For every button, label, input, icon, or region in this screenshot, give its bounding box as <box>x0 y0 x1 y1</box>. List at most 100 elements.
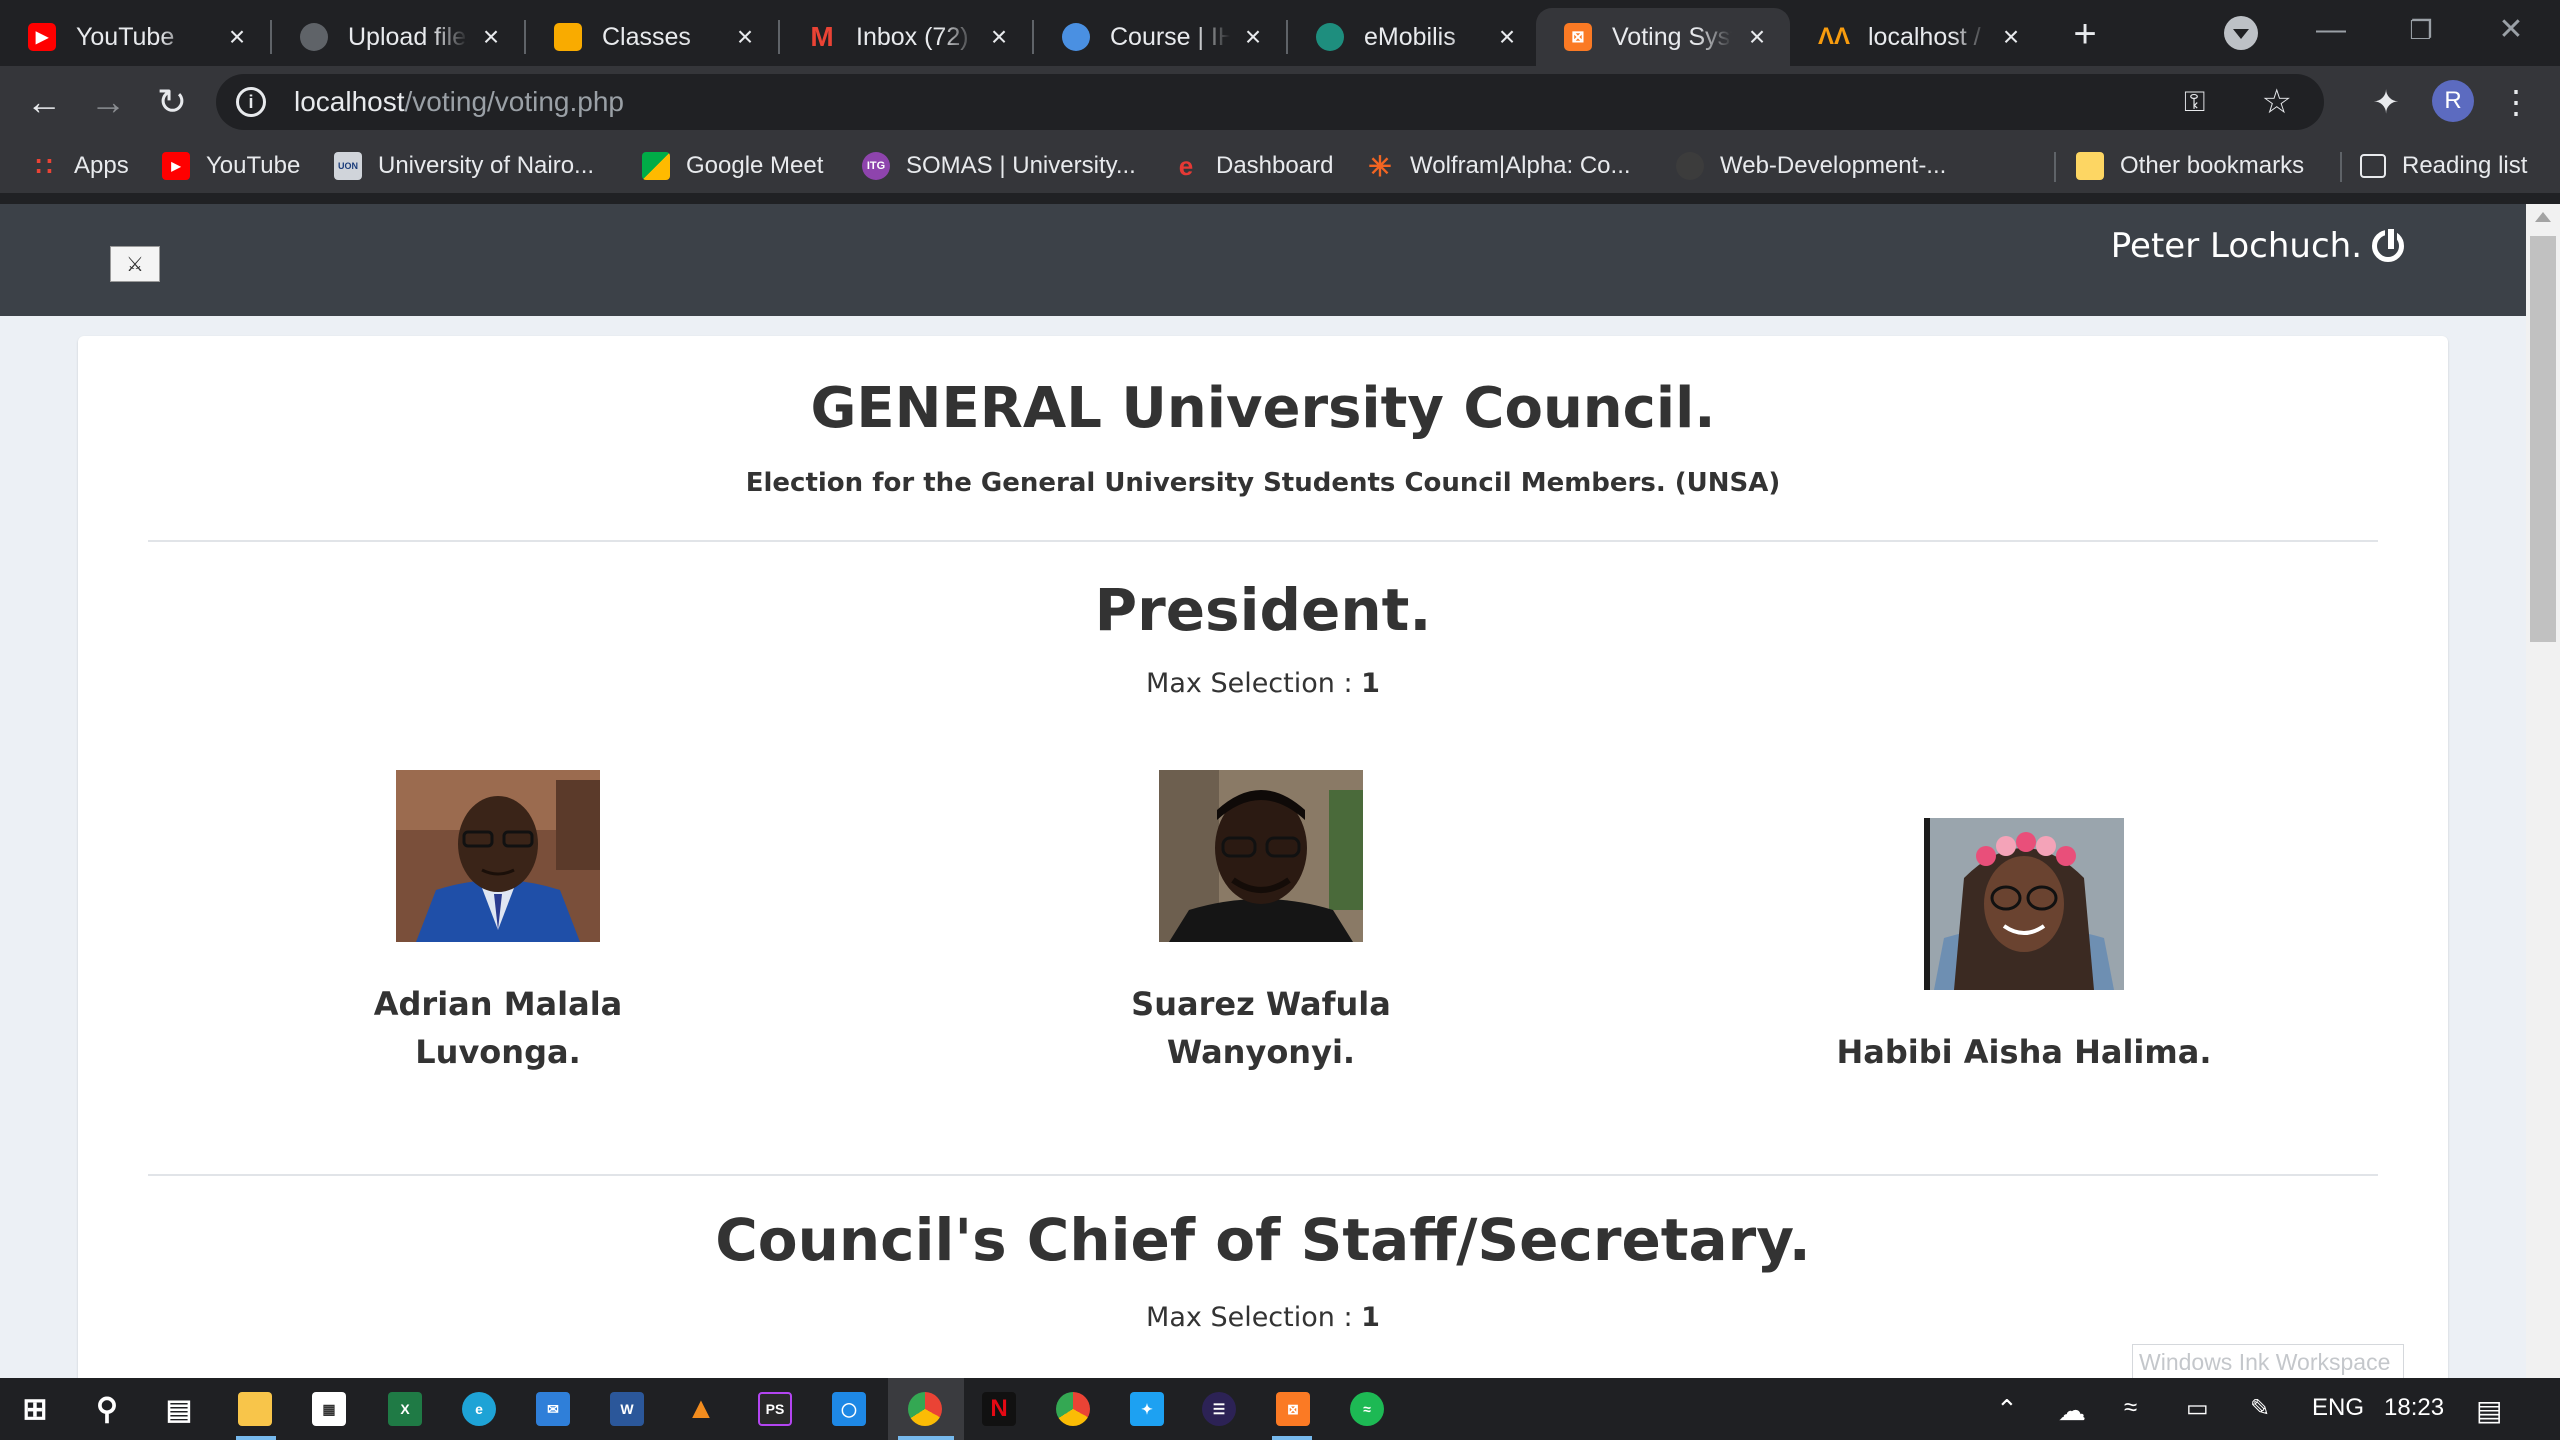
tab-course[interactable]: Course | IHI × <box>1034 8 1286 66</box>
youtube-icon: ▶ <box>28 23 56 51</box>
page-scrollbar[interactable] <box>2526 204 2560 1378</box>
mail-icon[interactable]: ✉ <box>536 1392 570 1426</box>
show-hidden-icons-icon[interactable]: ⌃ <box>1996 1394 2018 1425</box>
bookmark-wolfram[interactable]: ✳ Wolfram|Alpha: Co... <box>1366 150 1631 182</box>
task-view-icon[interactable]: ▤ <box>162 1392 196 1426</box>
word-icon[interactable]: W <box>610 1392 644 1426</box>
tab-title: Inbox (72) - <box>856 22 976 51</box>
bookmark-label: SOMAS | University... <box>906 152 1136 179</box>
close-tab-icon[interactable]: × <box>1492 22 1522 52</box>
candidate-card[interactable]: Adrian Malala Luvonga. <box>288 770 708 1071</box>
tab-localhost[interactable]: ΛΛ localhost / × <box>1792 8 2044 66</box>
eclipse-icon[interactable]: ☰ <box>1202 1392 1236 1426</box>
notifications-icon[interactable]: ▤ <box>2476 1394 2502 1427</box>
menu-icon[interactable]: ⋮ <box>2494 80 2538 124</box>
user-name: Peter Lochuch. <box>2110 226 2362 266</box>
candidate-photo[interactable] <box>396 770 600 942</box>
instagram-icon[interactable]: ◯ <box>832 1392 866 1426</box>
reading-list[interactable]: Reading list <box>2360 150 2527 182</box>
bookmark-dashboard[interactable]: e Dashboard <box>1172 150 1334 182</box>
scroll-up-arrow-icon[interactable] <box>2535 212 2551 222</box>
edge-icon[interactable]: e <box>462 1392 496 1426</box>
restore-button[interactable]: ❐ <box>2386 6 2456 54</box>
netflix-icon[interactable]: N <box>982 1392 1016 1426</box>
tab-classes[interactable]: Classes × <box>526 8 778 66</box>
bookmark-youtube[interactable]: ▶ YouTube <box>162 150 300 182</box>
extensions-icon[interactable]: ✦ <box>2364 80 2408 124</box>
phpstorm-icon[interactable]: PS <box>758 1392 792 1426</box>
candidate-photo[interactable] <box>1924 818 2124 990</box>
chrome-icon[interactable] <box>1056 1392 1090 1426</box>
onedrive-icon[interactable]: ☁ <box>2058 1394 2086 1427</box>
candidate-card[interactable]: Habibi Aisha Halima. <box>1814 770 2234 1071</box>
browser-toolbar: ← → ↻ i localhost/voting/voting.php ⚿ ☆ … <box>0 66 2560 138</box>
excel-icon[interactable]: X <box>388 1392 422 1426</box>
bookmark-label: Other bookmarks <box>2120 152 2305 179</box>
url-text[interactable]: localhost/voting/voting.php <box>294 86 624 118</box>
bookmark-web-development[interactable]: Web-Development-... <box>1676 150 1946 182</box>
tab-youtube[interactable]: ▶ YouTube × <box>0 8 270 66</box>
tab-upload-files[interactable]: Upload files × <box>272 8 524 66</box>
profile-avatar[interactable]: R <box>2432 80 2474 122</box>
logout-power-icon[interactable] <box>2372 226 2404 262</box>
forward-button[interactable]: → <box>86 80 130 124</box>
bookmark-google-meet[interactable]: Google Meet <box>642 150 823 182</box>
tab-inbox[interactable]: M Inbox (72) - × <box>780 8 1032 66</box>
new-tab-button[interactable]: + <box>2064 14 2106 56</box>
bookmark-somas[interactable]: ITG SOMAS | University... <box>862 150 1136 182</box>
close-tab-icon[interactable]: × <box>222 22 252 52</box>
windows-ink-hint: Windows Ink Workspace <box>2132 1344 2404 1378</box>
bookmark-apps[interactable]: ∷ Apps <box>30 150 129 182</box>
site-info-icon[interactable]: i <box>236 87 266 117</box>
divider <box>148 1174 2378 1176</box>
candidate-name-line: Suarez Wafula <box>1131 985 1391 1023</box>
bookmark-label: Wolfram|Alpha: Co... <box>1410 152 1631 179</box>
chrome-icon[interactable] <box>908 1392 942 1426</box>
minimize-button[interactable]: — <box>2296 6 2366 54</box>
windows-start-icon[interactable]: ⊞ <box>18 1392 52 1426</box>
pen-workspace-icon[interactable]: ✎ <box>2250 1394 2270 1423</box>
candidate-name: Habibi Aisha Halima. <box>1814 980 2234 1076</box>
bookmark-other[interactable]: Other bookmarks <box>2076 150 2304 182</box>
tab-emobilis[interactable]: eMobilis × <box>1288 8 1540 66</box>
user-menu[interactable]: Peter Lochuch. <box>2111 226 2404 266</box>
candidate-name-line: Luvonga. <box>415 1033 581 1071</box>
wifi-icon[interactable]: ≈ <box>2124 1394 2137 1422</box>
close-tab-icon[interactable]: × <box>1996 22 2026 52</box>
bookmark-label: Web-Development-... <box>1720 152 1947 179</box>
bookmark-uon[interactable]: UON University of Nairo... <box>334 150 594 182</box>
close-tab-icon[interactable]: × <box>1238 22 1268 52</box>
google-meet-icon <box>642 152 670 180</box>
twitter-icon[interactable]: ✦ <box>1130 1392 1164 1426</box>
close-window-button[interactable]: ✕ <box>2476 6 2546 54</box>
tab-voting-system[interactable]: ⊠ Voting Syste × <box>1536 8 1790 66</box>
spotify-icon[interactable]: ≈ <box>1350 1392 1384 1426</box>
battery-icon[interactable]: ▭ <box>2186 1394 2209 1423</box>
reload-button[interactable]: ↻ <box>150 80 194 124</box>
clock-time[interactable]: 18:23 <box>2384 1394 2444 1422</box>
bookmark-star-icon[interactable]: ☆ <box>2262 82 2292 122</box>
close-tab-icon[interactable]: × <box>1742 22 1772 52</box>
address-bar[interactable]: i localhost/voting/voting.php ⚿ ☆ <box>216 74 2324 130</box>
election-subtitle: Election for the General University Stud… <box>745 468 1781 498</box>
university-logo[interactable]: ⚔ <box>110 246 160 282</box>
max-selection-label: Max Selection : <box>1146 1302 1362 1333</box>
tab-search-icon[interactable] <box>2224 16 2258 50</box>
max-selection-value: 1 <box>1361 668 1380 699</box>
candidate-card[interactable]: Suarez Wafula Wanyonyi. <box>1051 770 1471 1071</box>
close-tab-icon[interactable]: × <box>476 22 506 52</box>
scrollbar-thumb[interactable] <box>2530 236 2556 642</box>
close-tab-icon[interactable]: × <box>730 22 760 52</box>
language-indicator[interactable]: ENG <box>2312 1394 2364 1422</box>
uon-icon: UON <box>334 152 362 180</box>
key-icon[interactable]: ⚿ <box>2184 86 2220 118</box>
store-icon[interactable]: ▦ <box>312 1392 346 1426</box>
back-button[interactable]: ← <box>22 80 66 124</box>
vlc-icon[interactable]: ▲ <box>684 1392 718 1426</box>
xampp-icon[interactable]: ⊠ <box>1276 1392 1310 1426</box>
file-explorer-icon[interactable] <box>238 1392 272 1426</box>
max-selection-value: 1 <box>1361 1302 1380 1333</box>
candidate-photo[interactable] <box>1159 770 1363 942</box>
search-icon[interactable]: ⚲ <box>90 1392 124 1426</box>
close-tab-icon[interactable]: × <box>984 22 1014 52</box>
